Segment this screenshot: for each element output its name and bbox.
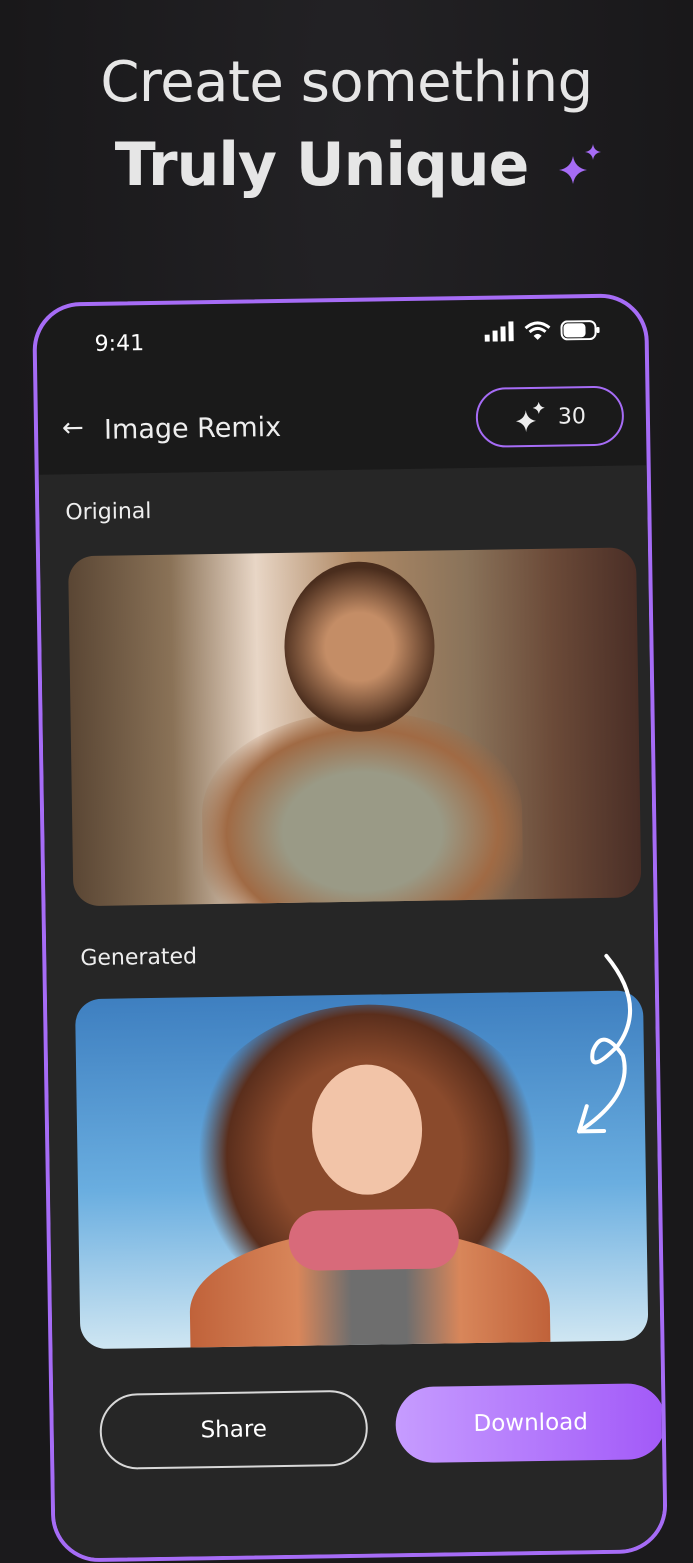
- credits-button[interactable]: 30: [475, 386, 624, 448]
- curved-arrow-icon: [536, 945, 649, 1147]
- headline-line1: Create something: [0, 50, 693, 115]
- generated-label: Generated: [80, 944, 197, 971]
- back-arrow-icon[interactable]: ←: [62, 413, 84, 443]
- content-area: Original Generated Share Download: [39, 465, 664, 1558]
- status-icons: [484, 320, 600, 342]
- credits-count: 30: [558, 404, 586, 429]
- download-button[interactable]: Download: [395, 1383, 666, 1463]
- phone-mockup: 9:41 ← Image Remix 30 Original Generated…: [32, 293, 668, 1563]
- original-label: Original: [65, 499, 151, 525]
- original-image[interactable]: [68, 547, 641, 906]
- signal-icon: [484, 321, 514, 341]
- wifi-icon: [524, 321, 550, 341]
- headline-line2-text: Truly Unique: [115, 130, 529, 200]
- page-title: Image Remix: [104, 412, 282, 446]
- status-time: 9:41: [95, 331, 145, 357]
- share-button[interactable]: Share: [99, 1390, 368, 1470]
- sparkle-icon: [514, 402, 546, 432]
- sparkle-icon: [555, 142, 605, 192]
- battery-icon: [560, 320, 600, 341]
- app-bar: ← Image Remix 30: [37, 382, 646, 472]
